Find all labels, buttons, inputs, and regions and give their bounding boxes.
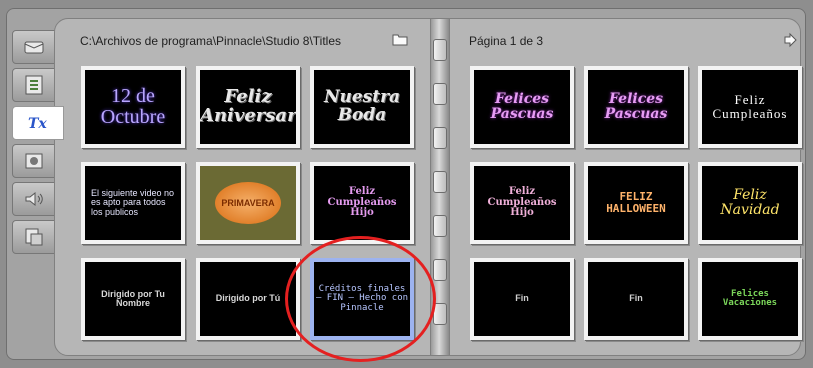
title-thumb[interactable]: Fin	[470, 258, 574, 340]
title-text: Feliz Cumpleaños	[712, 92, 788, 121]
title-text: Feliz Cumpleaños Hijo	[327, 186, 397, 219]
title-thumb[interactable]: Feliz Cumpleaños	[698, 66, 802, 148]
highlight-circle	[285, 236, 436, 362]
title-text: 12 de Octubre	[100, 85, 166, 128]
title-text: Felices Pascuas	[490, 91, 554, 122]
menus-icon	[25, 228, 43, 246]
title-text: Dirigido por Tu Nombre	[101, 288, 165, 308]
title-text: Feliz Navidad	[720, 187, 780, 218]
sound-effects-icon	[25, 191, 43, 207]
arrow-right-icon[interactable]	[782, 32, 798, 48]
title-thumb[interactable]: Feliz Cumpleaños Hijo	[470, 162, 574, 244]
title-text: Fin	[629, 293, 643, 304]
titles-icon: Tx	[28, 116, 47, 132]
svg-text:Tx: Tx	[28, 116, 47, 132]
title-text: Feliz Cumpleaños Hijo	[487, 186, 557, 219]
title-thumb[interactable]: Fin	[584, 258, 688, 340]
title-thumb[interactable]: Nuestra Boda	[310, 66, 414, 148]
title-thumb[interactable]: PRIMAVERA	[196, 162, 300, 244]
title-text: Felices Vacaciones	[722, 288, 778, 308]
title-thumb[interactable]: 12 de Octubre	[81, 66, 185, 148]
title-thumb[interactable]: Feliz Navidad	[698, 162, 802, 244]
folder-icon[interactable]	[392, 32, 408, 46]
video-icon	[24, 41, 44, 54]
title-thumb[interactable]: El siguiente video no es apto para todos…	[81, 162, 185, 244]
title-text: PRIMAVERA	[215, 182, 281, 224]
title-thumb[interactable]: Dirigido por Tu Nombre	[81, 258, 185, 340]
title-text: Nuestra Boda	[323, 87, 401, 125]
folder-path: C:\Archivos de programa\Pinnacle\Studio …	[80, 34, 342, 48]
title-text: Fin	[515, 293, 529, 304]
title-text: Dirigido por Tú	[215, 293, 281, 304]
title-thumb[interactable]: Felices Pascuas	[584, 66, 688, 148]
title-thumb[interactable]: FELIZ HALLOWEEN	[584, 162, 688, 244]
transitions-icon	[25, 75, 43, 95]
title-thumb[interactable]: Felices Pascuas	[470, 66, 574, 148]
title-thumb[interactable]: Feliz Cumpleaños Hijo	[310, 162, 414, 244]
tab-titles[interactable]: Tx	[12, 106, 64, 140]
tab-menus[interactable]	[12, 220, 56, 254]
title-text: FELIZ HALLOWEEN	[606, 190, 666, 215]
tab-transitions[interactable]	[12, 68, 56, 102]
title-thumb[interactable]: Feliz Aniversario	[196, 66, 300, 148]
title-text: Feliz Aniversario	[200, 86, 297, 126]
title-text: Felices Pascuas	[604, 91, 668, 122]
page-indicator: Página 1 de 3	[469, 34, 544, 48]
tab-video[interactable]	[12, 30, 56, 64]
tab-sound-effects[interactable]	[12, 182, 56, 216]
title-thumb[interactable]: Felices Vacaciones	[698, 258, 802, 340]
title-text: El siguiente video no es apto para todos…	[91, 187, 175, 217]
tab-photos[interactable]	[12, 144, 56, 178]
photo-icon	[25, 153, 43, 169]
